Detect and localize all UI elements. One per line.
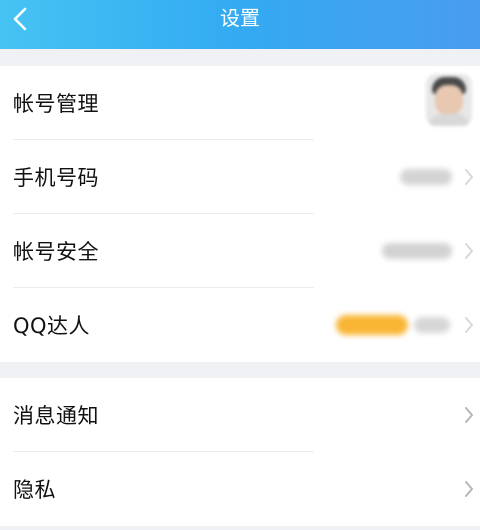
settings-item-label: 帐号安全: [13, 240, 99, 264]
settings-item-label: 隐私: [13, 478, 56, 502]
chevron-right-icon: [465, 243, 473, 259]
page-title: 设置: [220, 6, 260, 30]
avatar: [426, 74, 472, 126]
chevron-right-icon: [465, 169, 473, 185]
chevron-right-icon: [465, 317, 473, 333]
settings-item-label: 消息通知: [13, 404, 99, 428]
blurred-value: [382, 243, 452, 259]
settings-item-account-security[interactable]: 帐号安全: [0, 214, 480, 288]
blurred-value: [414, 317, 450, 333]
chevron-right-icon: [465, 407, 473, 423]
settings-item-notifications[interactable]: 消息通知: [0, 378, 480, 452]
settings-item-label: 帐号管理: [13, 92, 99, 116]
settings-item-label: QQ达人: [13, 314, 91, 338]
chevron-right-icon: [465, 481, 473, 497]
account-settings-group: 帐号管理 手机号码 帐号安全 QQ达人: [0, 66, 480, 362]
blurred-value: [400, 169, 452, 185]
settings-item-qq-expert[interactable]: QQ达人: [0, 288, 480, 362]
settings-item-account-management[interactable]: 帐号管理: [0, 66, 480, 140]
top-bar: 设置: [0, 0, 480, 49]
settings-item-privacy[interactable]: 隐私: [0, 452, 480, 526]
general-settings-group: 消息通知 隐私: [0, 378, 480, 526]
settings-item-phone-number[interactable]: 手机号码: [0, 140, 480, 214]
settings-item-label: 手机号码: [13, 166, 99, 190]
qq-expert-badge: [336, 315, 408, 335]
